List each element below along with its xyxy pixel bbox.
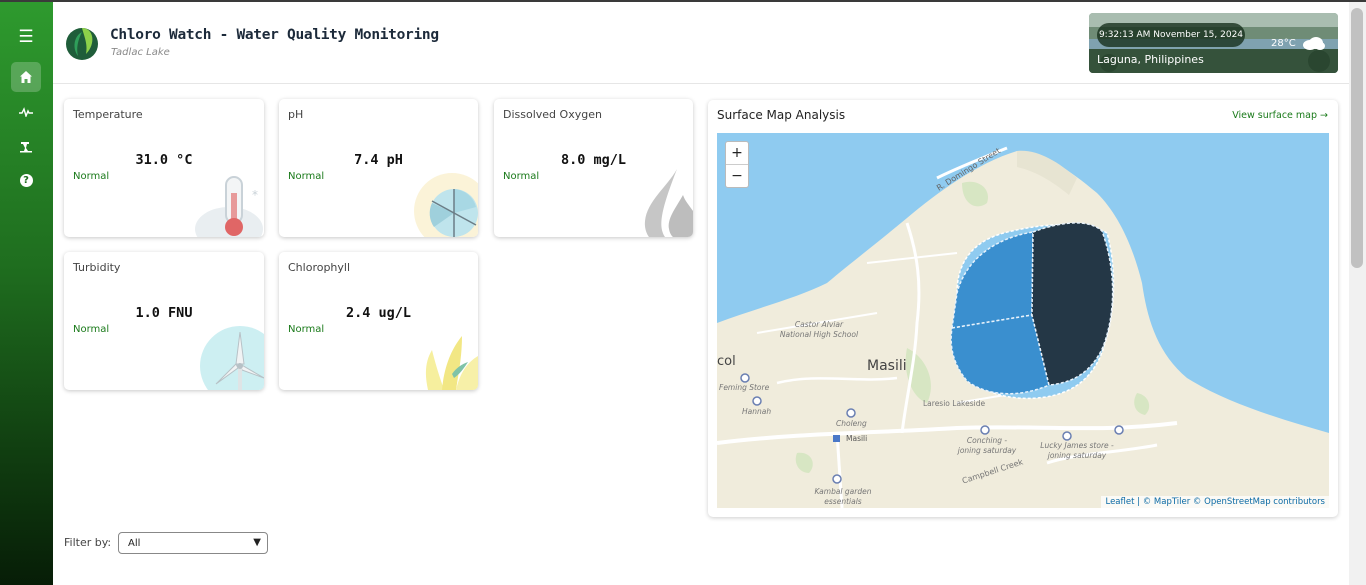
thermometer-icon: * (195, 176, 263, 237)
map-label-hannah: Hannah (742, 407, 772, 416)
metric-value: 31.0 °C (135, 152, 193, 168)
metric-card-turbidity[interactable]: Turbidity 1.0 FNU Normal (64, 252, 264, 390)
map-zoom-control: + − (725, 141, 749, 188)
metric-card-dissolved-oxygen[interactable]: Dissolved Oxygen 8.0 mg/L Normal (494, 99, 693, 237)
svg-text:*: * (252, 188, 258, 202)
metric-value: 7.4 pH (354, 152, 403, 168)
app-logo (66, 28, 98, 60)
home-icon (20, 71, 32, 83)
cloud-icon (1303, 37, 1325, 50)
water-drop-icon (644, 169, 693, 237)
attribution-text: | © MapTiler © OpenStreetMap contributor… (1134, 497, 1325, 507)
surface-map[interactable]: R. Domingo Street Castor Alviar National… (717, 133, 1329, 508)
sidebar-item-activity[interactable] (11, 97, 41, 127)
sidebar: ☰ ? (0, 2, 53, 585)
app-title: Chloro Watch - Water Quality Monitoring (110, 27, 439, 43)
sidebar-item-home[interactable] (11, 62, 41, 92)
leaf-icon (425, 336, 478, 390)
metric-label: pH (288, 108, 304, 121)
microscope-icon (20, 142, 32, 153)
metric-card-ph[interactable]: pH 7.4 pH Normal (279, 99, 478, 237)
metric-label: Temperature (73, 108, 143, 121)
map-label-school: Castor Alviar National High School (779, 320, 859, 339)
metric-value: 2.4 ug/L (345, 305, 412, 321)
chevron-down-icon: ▼ (253, 537, 261, 548)
activity-icon (19, 107, 33, 117)
help-icon: ? (19, 173, 33, 187)
turbine-icon (200, 326, 264, 390)
map-label-town: Masili (867, 358, 907, 374)
metric-status: Normal (73, 324, 110, 335)
sidebar-item-microscope[interactable] (11, 131, 41, 161)
view-surface-map-link[interactable]: View surface map → (1232, 110, 1328, 121)
metric-status: Normal (288, 171, 325, 182)
leaflet-link[interactable]: Leaflet (1105, 497, 1134, 507)
filter-label: Filter by: (64, 536, 112, 549)
map-attribution: Leaflet | © MapTiler © OpenStreetMap con… (1101, 496, 1329, 508)
page-scrollbar-thumb[interactable] (1351, 8, 1363, 268)
surface-map-panel: Surface Map Analysis View surface map → (708, 100, 1338, 517)
weather-location: Laguna, Philippines (1097, 53, 1204, 66)
metric-status: Normal (503, 171, 540, 182)
map-label-masili-stop: Masili (846, 434, 868, 443)
map-label-conching: Conching - joning saturday (957, 436, 1017, 455)
metric-value: 1.0 FNU (135, 305, 193, 321)
ph-wheel-icon (414, 173, 478, 237)
zoom-out-button[interactable]: − (726, 165, 748, 187)
menu-icon: ☰ (18, 27, 34, 47)
filter-select[interactable]: All ▼ (118, 532, 268, 554)
filter-value: All (128, 537, 141, 549)
metric-label: Dissolved Oxygen (503, 108, 602, 121)
metric-card-temperature[interactable]: Temperature 31.0 °C Normal * (64, 99, 264, 237)
weather-widget: 9:32:13 AM November 15, 2024 28°C Laguna… (1089, 13, 1338, 73)
sidebar-item-help[interactable]: ? (11, 165, 41, 195)
app-subtitle: Tadlac Lake (111, 47, 170, 58)
map-label-laresio: Laresio Lakeside (923, 399, 986, 408)
metric-value: 8.0 mg/L (560, 152, 627, 168)
weather-temperature: 28°C (1271, 38, 1296, 49)
metric-status: Normal (73, 171, 110, 182)
map-label-lucky: Lucky James store - joning saturday (1040, 441, 1114, 460)
metric-card-chlorophyll[interactable]: Chlorophyll 2.4 ug/L Normal (279, 252, 478, 390)
map-label-col: col (717, 354, 736, 369)
metric-status: Normal (288, 324, 325, 335)
zoom-in-button[interactable]: + (726, 142, 748, 165)
map-title: Surface Map Analysis (717, 108, 846, 122)
map-label-choleng: Choleng (836, 419, 867, 428)
weather-datetime: 9:32:13 AM November 15, 2024 (1097, 23, 1245, 47)
menu-button[interactable]: ☰ (11, 22, 41, 52)
map-label-kambal: Kambal garden essentials (814, 487, 872, 506)
map-label-feming: Feming Store (719, 383, 770, 392)
metric-label: Turbidity (73, 261, 121, 274)
metric-label: Chlorophyll (288, 261, 351, 274)
